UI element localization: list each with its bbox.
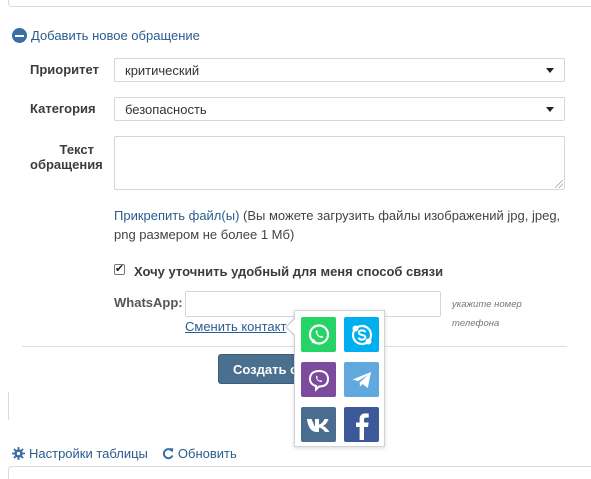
attach-files: Прикрепить файл(ы) (Вы можете загрузить … xyxy=(114,206,566,244)
request-text-area[interactable] xyxy=(114,136,565,190)
whatsapp-icon xyxy=(308,323,329,345)
change-contact-link[interactable]: Сменить контакт xyxy=(185,319,286,334)
phone-hint: укажите номер телефона xyxy=(452,299,522,329)
priority-label: Приоритет xyxy=(30,62,99,77)
facebook-option[interactable] xyxy=(344,407,379,442)
facebook-icon xyxy=(355,412,369,440)
add-request-toggle[interactable]: Добавить новое обращение xyxy=(12,28,200,43)
whatsapp-label: WhatsApp: xyxy=(114,295,183,310)
table-toolbar: Настройки таблицы Обновить xyxy=(12,446,237,461)
priority-value: критический xyxy=(125,62,200,78)
clarify-contact-checkbox[interactable]: ✔ xyxy=(114,264,125,275)
category-label: Категория xyxy=(30,101,96,116)
viber-option[interactable] xyxy=(301,362,336,397)
request-text-label-line2: обращения xyxy=(30,157,103,172)
checkmark-icon: ✔ xyxy=(114,263,125,275)
table-settings-button[interactable]: Настройки таблицы xyxy=(12,446,148,461)
telegram-option[interactable] xyxy=(344,362,379,397)
whatsapp-option[interactable] xyxy=(301,317,336,352)
priority-select[interactable]: критический xyxy=(114,58,565,82)
skype-icon xyxy=(351,324,372,345)
table-settings-label: Настройки таблицы xyxy=(29,446,148,461)
messenger-popup xyxy=(294,310,385,447)
vk-icon xyxy=(306,418,329,432)
refresh-label: Обновить xyxy=(177,446,237,461)
refresh-icon xyxy=(162,448,174,460)
popup-arrow-inner xyxy=(287,319,295,335)
refresh-button[interactable]: Обновить xyxy=(162,446,237,461)
category-value: безопасность xyxy=(125,101,207,117)
clarify-contact-label[interactable]: Хочу уточнить удобный для меня способ св… xyxy=(134,264,443,279)
resize-grip-icon[interactable] xyxy=(555,180,563,188)
panel-frame-bottom xyxy=(8,466,591,479)
chevron-down-icon xyxy=(546,67,554,73)
telegram-icon xyxy=(352,371,371,388)
collapse-icon xyxy=(12,28,27,43)
viber-icon xyxy=(308,369,329,392)
add-request-label: Добавить новое обращение xyxy=(31,28,200,43)
skype-option[interactable] xyxy=(344,317,379,352)
panel-frame-top xyxy=(8,0,591,7)
attach-files-link[interactable]: Прикрепить файл(ы) xyxy=(114,208,239,223)
category-select[interactable]: безопасность xyxy=(114,97,565,121)
vk-option[interactable] xyxy=(301,407,336,442)
gear-icon xyxy=(12,447,25,460)
request-text-label: Текст обращения xyxy=(30,142,103,172)
chevron-down-icon xyxy=(546,106,554,112)
request-text-label-line1: Текст xyxy=(59,142,94,157)
panel-frame-left xyxy=(8,392,9,420)
